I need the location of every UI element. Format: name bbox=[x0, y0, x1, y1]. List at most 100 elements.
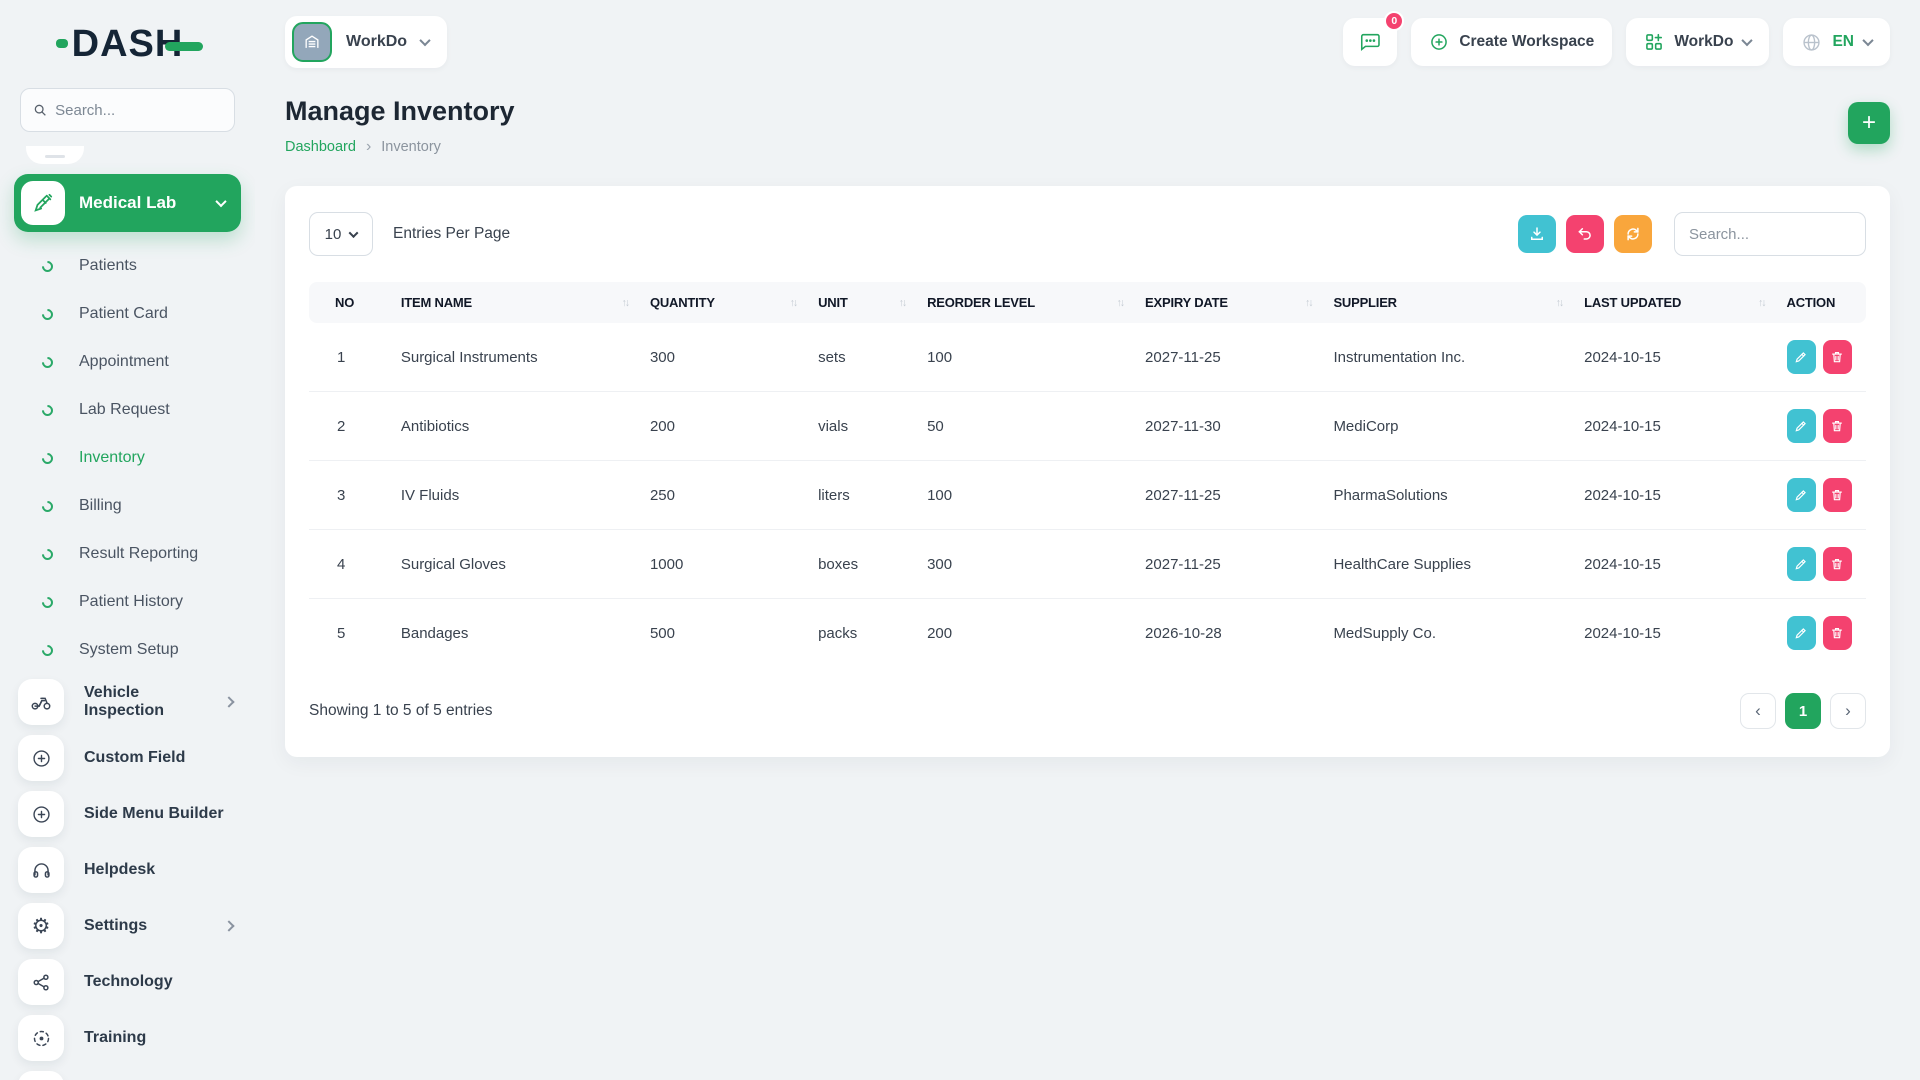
brand-logo: DASH bbox=[0, 0, 255, 88]
delete-button[interactable] bbox=[1822, 478, 1852, 512]
plus-circle-icon bbox=[18, 791, 64, 837]
sidebar-item-inventory[interactable]: Inventory bbox=[0, 434, 255, 482]
sidebar-search[interactable] bbox=[20, 88, 235, 132]
sidebar-item-result-reporting[interactable]: Result Reporting bbox=[0, 530, 255, 578]
circle-icon bbox=[39, 402, 56, 418]
workspace-selector[interactable]: WorkDo bbox=[285, 16, 448, 68]
sidebar-item-billing[interactable]: Billing bbox=[0, 482, 255, 530]
edit-button[interactable] bbox=[1786, 409, 1816, 443]
sidebar-item-technology[interactable]: Technology bbox=[0, 954, 255, 1010]
column-header-last-updated[interactable]: LAST UPDATED ↑↓ bbox=[1570, 282, 1773, 323]
pagination-next-button[interactable]: › bbox=[1830, 693, 1866, 729]
circle-icon bbox=[39, 498, 56, 514]
workspace-name: WorkDo bbox=[346, 33, 408, 50]
circle-icon bbox=[39, 306, 56, 322]
delete-button[interactable] bbox=[1822, 409, 1852, 443]
sidebar-item-lab-request[interactable]: Lab Request bbox=[0, 386, 255, 434]
column-header-action: ACTION bbox=[1772, 282, 1866, 323]
breadcrumb: Dashboard › Inventory bbox=[285, 138, 515, 156]
column-header-no[interactable]: NO bbox=[309, 282, 387, 323]
page-title: Manage Inventory bbox=[285, 96, 515, 126]
pagination-page-1[interactable]: 1 bbox=[1785, 693, 1821, 729]
delete-button[interactable] bbox=[1822, 340, 1852, 374]
column-header-item-name[interactable]: ITEM NAME ↑↓ bbox=[386, 282, 636, 323]
column-header-unit[interactable]: UNIT ↑↓ bbox=[804, 282, 914, 323]
edit-button[interactable] bbox=[1786, 340, 1816, 374]
grid-plus-icon bbox=[1646, 33, 1663, 50]
sort-icon[interactable]: ↑↓ bbox=[621, 297, 629, 309]
sidebar-group-medical-lab[interactable]: Medical Lab bbox=[14, 174, 241, 232]
gear-icon: ⚙ bbox=[18, 903, 64, 949]
language-selector[interactable]: EN bbox=[1783, 18, 1890, 66]
circle-icon bbox=[39, 450, 56, 466]
page-header: Manage Inventory Dashboard › Inventory + bbox=[285, 96, 1890, 156]
language-code: EN bbox=[1832, 33, 1854, 50]
sidebar-item-settings[interactable]: ⚙ Settings bbox=[0, 898, 255, 954]
sidebar-item-appointment[interactable]: Appointment bbox=[0, 338, 255, 386]
topbar: WorkDo 0 Create Workspace WorkDo EN bbox=[285, 11, 1890, 70]
building-icon bbox=[305, 35, 319, 48]
column-header-reorder-level[interactable]: REORDER LEVEL ↑↓ bbox=[913, 282, 1132, 323]
column-header-supplier[interactable]: SUPPLIER ↑↓ bbox=[1319, 282, 1571, 323]
chevron-down-icon bbox=[1741, 34, 1754, 47]
logo-accent-bar bbox=[165, 41, 204, 51]
sort-icon[interactable]: ↑↓ bbox=[790, 297, 798, 309]
refresh-button[interactable] bbox=[1614, 215, 1652, 253]
target-icon bbox=[18, 1015, 64, 1061]
sidebar-item-training[interactable]: Training bbox=[0, 1010, 255, 1066]
chevron-down-icon bbox=[215, 195, 227, 208]
column-header-expiry-date[interactable]: EXPIRY DATE ↑↓ bbox=[1131, 282, 1320, 323]
sidebar-item-custom-field[interactable]: Custom Field bbox=[0, 730, 255, 786]
entries-per-page-select[interactable]: 10 bbox=[309, 212, 373, 256]
inventory-table: NO ITEM NAME ↑↓ QUANTITY ↑↓ UNIT ↑↓ REORDER… bbox=[309, 282, 1866, 667]
search-icon bbox=[34, 104, 46, 116]
clipped-sidebar-item bbox=[26, 146, 84, 164]
sidebar-item-patient-card[interactable]: Patient Card bbox=[0, 290, 255, 338]
pencil-icon bbox=[1795, 490, 1807, 501]
edit-button[interactable] bbox=[1786, 478, 1816, 512]
breadcrumb-dashboard-link[interactable]: Dashboard bbox=[285, 139, 356, 155]
broadcast-icon bbox=[18, 1071, 64, 1080]
trash-icon bbox=[1832, 559, 1843, 570]
messages-badge: 0 bbox=[1384, 11, 1405, 31]
chevron-right-icon bbox=[223, 920, 235, 932]
sidebar-item-patient-history[interactable]: Patient History bbox=[0, 578, 255, 626]
delete-button[interactable] bbox=[1822, 547, 1852, 581]
table-search-input[interactable] bbox=[1674, 212, 1866, 256]
sidebar-item-helpdesk[interactable]: Helpdesk bbox=[0, 842, 255, 898]
sidebar-item-vehicle-inspection[interactable]: Vehicle Inspection bbox=[0, 674, 255, 730]
edit-button[interactable] bbox=[1786, 547, 1816, 581]
edit-button[interactable] bbox=[1786, 616, 1816, 650]
sidebar-item-side-menu-builder[interactable]: Side Menu Builder bbox=[0, 786, 255, 842]
sidebar-item-patients[interactable]: Patients bbox=[0, 242, 255, 290]
chevron-down-icon bbox=[419, 34, 431, 47]
sort-icon[interactable]: ↑↓ bbox=[1305, 297, 1313, 309]
table-row: 3 IV Fluids 250 liters 100 2027-11-25 Ph… bbox=[309, 460, 1866, 530]
pagination-prev-button[interactable]: ‹ bbox=[1740, 693, 1776, 729]
column-header-quantity[interactable]: QUANTITY ↑↓ bbox=[635, 282, 805, 323]
sidebar: DASH Medical Lab Patients Patient Card A… bbox=[0, 0, 255, 1080]
workdo-apps-menu[interactable]: WorkDo bbox=[1626, 18, 1770, 66]
circle-icon bbox=[39, 642, 56, 658]
circle-icon bbox=[39, 546, 56, 562]
motorcycle-icon bbox=[18, 679, 64, 725]
entries-summary: Showing 1 to 5 of 5 entries bbox=[309, 702, 493, 719]
sidebar-search-input[interactable] bbox=[55, 101, 222, 119]
create-workspace-button[interactable]: Create Workspace bbox=[1411, 18, 1613, 66]
pencil-icon bbox=[1795, 352, 1807, 363]
sidebar-item-technology-2[interactable]: Technology bbox=[0, 1066, 255, 1080]
undo-button[interactable] bbox=[1566, 215, 1604, 253]
sort-icon[interactable]: ↑↓ bbox=[1117, 297, 1125, 309]
sort-icon[interactable]: ↑↓ bbox=[1556, 297, 1564, 309]
chevron-down-icon bbox=[348, 227, 359, 238]
sort-icon[interactable]: ↑↓ bbox=[899, 297, 907, 309]
messages-button[interactable]: 0 bbox=[1343, 11, 1405, 66]
refresh-icon bbox=[1627, 227, 1639, 241]
export-download-button[interactable] bbox=[1518, 215, 1556, 253]
sidebar-item-system-setup[interactable]: System Setup bbox=[0, 626, 255, 674]
add-inventory-button[interactable]: + bbox=[1848, 102, 1890, 144]
sort-icon[interactable]: ↑↓ bbox=[1758, 297, 1766, 309]
delete-button[interactable] bbox=[1822, 616, 1852, 650]
table-toolbar: 10 Entries Per Page bbox=[309, 212, 1866, 256]
circle-icon bbox=[39, 354, 56, 370]
